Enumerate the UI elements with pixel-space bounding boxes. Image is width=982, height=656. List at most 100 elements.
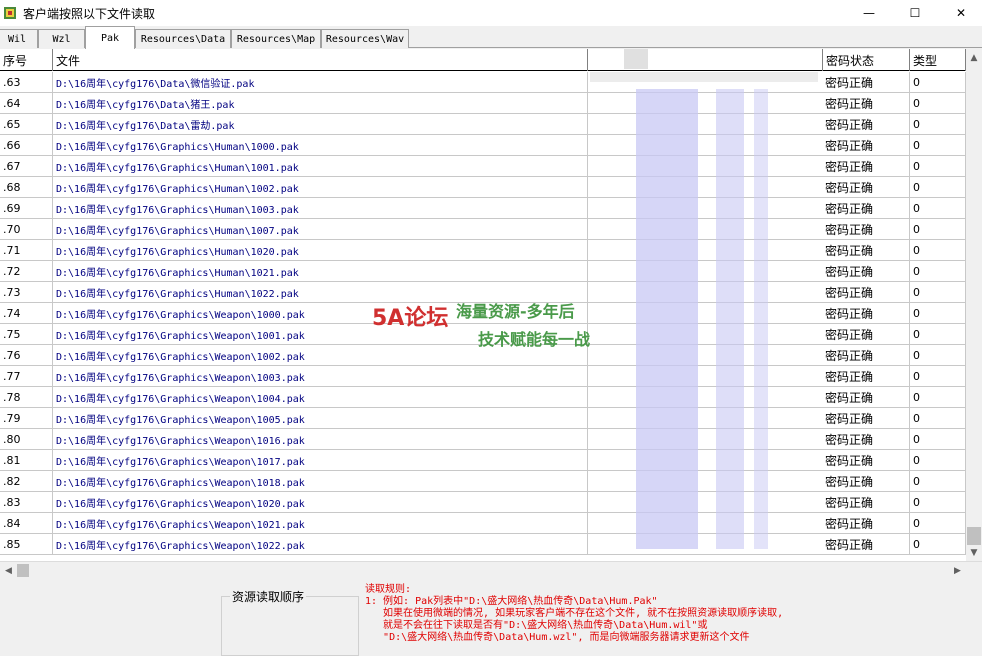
row-blurred-cell — [588, 429, 822, 449]
table-row[interactable]: .83 D:\16周年\cyfg176\Graphics\Weapon\1020.… — [0, 492, 966, 513]
row-password-status: 密码正确 — [822, 303, 910, 323]
app-icon — [4, 7, 16, 19]
row-index: .79 — [0, 408, 53, 428]
table-row[interactable]: .81 D:\16周年\cyfg176\Graphics\Weapon\1017.… — [0, 450, 966, 471]
horizontal-scrollbar[interactable]: ◀ ▶ — [0, 561, 982, 578]
row-type: 0 — [910, 345, 966, 365]
row-type: 0 — [910, 282, 966, 302]
row-index: .65 — [0, 114, 53, 134]
row-file-path: D:\16周年\cyfg176\Graphics\Weapon\1004.pak — [53, 387, 588, 407]
scroll-right-icon[interactable]: ▶ — [949, 562, 966, 579]
row-file-path: D:\16周年\cyfg176\Graphics\Human\1000.pak — [53, 135, 588, 155]
header-file[interactable]: 文件 — [53, 49, 588, 71]
row-blurred-cell — [588, 492, 822, 512]
rules-line: 如果在使用微端的情况, 如果玩家客户端不存在这个文件, 就不在按照资源读取顺序读… — [365, 608, 784, 619]
row-type: 0 — [910, 240, 966, 260]
header-password-status[interactable]: 密码状态 — [822, 49, 910, 71]
horizontal-scroll-thumb[interactable] — [17, 564, 29, 577]
row-blurred-cell — [588, 345, 822, 365]
row-type: 0 — [910, 324, 966, 344]
row-password-status: 密码正确 — [822, 114, 910, 134]
table-row[interactable]: .78 D:\16周年\cyfg176\Graphics\Weapon\1004.… — [0, 387, 966, 408]
close-button[interactable]: ✕ — [938, 0, 982, 26]
row-index: .81 — [0, 450, 53, 470]
row-file-path: D:\16周年\cyfg176\Data\雷劫.pak — [53, 114, 588, 134]
vertical-scroll-thumb[interactable] — [967, 527, 981, 545]
rules-line: 读取规则: — [365, 584, 412, 595]
row-password-status: 密码正确 — [822, 198, 910, 218]
scroll-down-icon[interactable]: ▼ — [966, 544, 982, 561]
table-row[interactable]: .72 D:\16周年\cyfg176\Graphics\Human\1021.p… — [0, 261, 966, 282]
vertical-scrollbar[interactable]: ▲ ▼ — [966, 49, 982, 561]
tab-wil[interactable]: Wil — [0, 29, 38, 48]
row-index: .64 — [0, 93, 53, 113]
row-index: .67 — [0, 156, 53, 176]
row-blurred-cell — [588, 198, 822, 218]
row-type: 0 — [910, 261, 966, 281]
table-row[interactable]: .68 D:\16周年\cyfg176\Graphics\Human\1002.p… — [0, 177, 966, 198]
table-row[interactable]: .66 D:\16周年\cyfg176\Graphics\Human\1000.p… — [0, 135, 966, 156]
table-row[interactable]: .74 D:\16周年\cyfg176\Graphics\Weapon\1000.… — [0, 303, 966, 324]
minimize-button[interactable]: — — [846, 0, 892, 26]
title-bar: 客户端按照以下文件读取 — ☐ ✕ — [0, 0, 982, 26]
row-file-path: D:\16周年\cyfg176\Graphics\Human\1022.pak — [53, 282, 588, 302]
window-title: 客户端按照以下文件读取 — [23, 6, 156, 21]
table-row[interactable]: .64 D:\16周年\cyfg176\Data\猪王.pak 密码正确 0 — [0, 93, 966, 114]
table-row[interactable]: .84 D:\16周年\cyfg176\Graphics\Weapon\1021.… — [0, 513, 966, 534]
resource-order-group: 资源读取顺序 — [221, 588, 359, 656]
tab-wzl[interactable]: Wzl — [38, 29, 85, 48]
row-blurred-cell — [588, 513, 822, 533]
tab-resources-map[interactable]: Resources\Map — [231, 29, 321, 48]
table-row[interactable]: .85 D:\16周年\cyfg176\Graphics\Weapon\1022.… — [0, 534, 966, 555]
scroll-left-icon[interactable]: ◀ — [0, 562, 17, 579]
row-blurred-cell — [588, 471, 822, 491]
row-password-status: 密码正确 — [822, 345, 910, 365]
row-blurred-cell — [588, 366, 822, 386]
row-password-status: 密码正确 — [822, 219, 910, 239]
table-row[interactable]: .73 D:\16周年\cyfg176\Graphics\Human\1022.p… — [0, 282, 966, 303]
header-index[interactable]: 序号 — [0, 49, 53, 71]
row-file-path: D:\16周年\cyfg176\Graphics\Human\1021.pak — [53, 261, 588, 281]
header-type[interactable]: 类型 — [910, 49, 966, 71]
row-type: 0 — [910, 534, 966, 554]
table-row[interactable]: .63 D:\16周年\cyfg176\Data\微信验证.pak 密码正确 0 — [0, 72, 966, 93]
row-index: .80 — [0, 429, 53, 449]
tab-resources-wav[interactable]: Resources\Wav — [321, 29, 409, 48]
table-row[interactable]: .79 D:\16周年\cyfg176\Graphics\Weapon\1005.… — [0, 408, 966, 429]
maximize-button[interactable]: ☐ — [892, 0, 938, 26]
tab-strip: Wil Wzl Pak Resources\Data Resources\Map… — [0, 26, 982, 49]
table-row[interactable]: .67 D:\16周年\cyfg176\Graphics\Human\1001.p… — [0, 156, 966, 177]
table-row[interactable]: .75 D:\16周年\cyfg176\Graphics\Weapon\1001.… — [0, 324, 966, 345]
table-row[interactable]: .82 D:\16周年\cyfg176\Graphics\Weapon\1018.… — [0, 471, 966, 492]
row-file-path: D:\16周年\cyfg176\Graphics\Human\1001.pak — [53, 156, 588, 176]
row-type: 0 — [910, 177, 966, 197]
table-row[interactable]: .77 D:\16周年\cyfg176\Graphics\Weapon\1003.… — [0, 366, 966, 387]
row-blurred-cell — [588, 261, 822, 281]
row-password-status: 密码正确 — [822, 282, 910, 302]
row-blurred-cell — [588, 93, 822, 113]
blur-block — [590, 72, 818, 82]
file-grid[interactable]: 序号 文件 密码状态 类型 .63 D:\16周年\cyfg176\Data\微信… — [0, 49, 982, 561]
table-row[interactable]: .65 D:\16周年\cyfg176\Data\雷劫.pak 密码正确 0 — [0, 114, 966, 135]
row-password-status: 密码正确 — [822, 324, 910, 344]
row-type: 0 — [910, 303, 966, 323]
scroll-up-icon[interactable]: ▲ — [966, 49, 982, 66]
row-index: .63 — [0, 72, 53, 92]
tab-pak[interactable]: Pak — [85, 26, 135, 49]
row-file-path: D:\16周年\cyfg176\Graphics\Weapon\1002.pak — [53, 345, 588, 365]
row-type: 0 — [910, 450, 966, 470]
table-row[interactable]: .69 D:\16周年\cyfg176\Graphics\Human\1003.p… — [0, 198, 966, 219]
row-file-path: D:\16周年\cyfg176\Graphics\Weapon\1001.pak — [53, 324, 588, 344]
table-row[interactable]: .80 D:\16周年\cyfg176\Graphics\Weapon\1016.… — [0, 429, 966, 450]
row-password-status: 密码正确 — [822, 177, 910, 197]
table-row[interactable]: .71 D:\16周年\cyfg176\Graphics\Human\1020.p… — [0, 240, 966, 261]
tab-resources-data[interactable]: Resources\Data — [135, 29, 231, 48]
row-password-status: 密码正确 — [822, 429, 910, 449]
blur-block — [624, 49, 648, 69]
row-blurred-cell — [588, 450, 822, 470]
table-row[interactable]: .70 D:\16周年\cyfg176\Graphics\Human\1007.p… — [0, 219, 966, 240]
row-blurred-cell — [588, 324, 822, 344]
table-row[interactable]: .76 D:\16周年\cyfg176\Graphics\Weapon\1002.… — [0, 345, 966, 366]
row-index: .84 — [0, 513, 53, 533]
rules-line: 1: 例如: Pak列表中"D:\盛大网络\热血传奇\Data\Hum.Pak" — [365, 596, 658, 607]
